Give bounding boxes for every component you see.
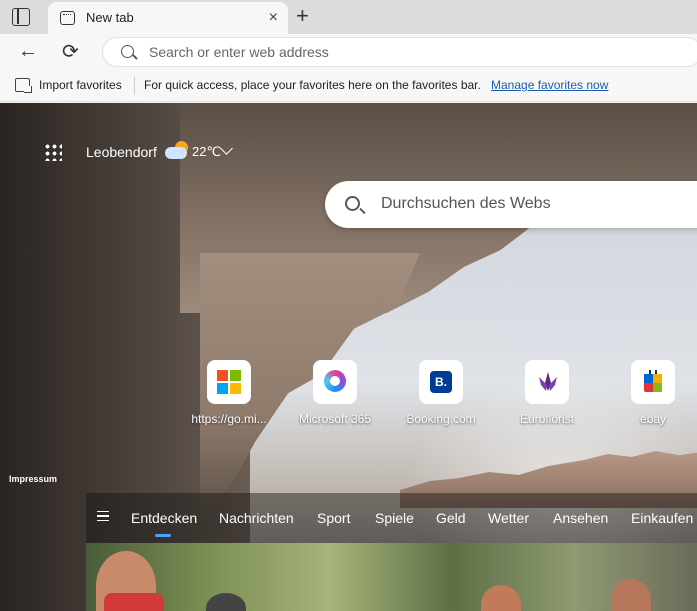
quick-link-label: https://go.mi... — [191, 412, 267, 426]
toolbar: ← ⟳ — [0, 34, 697, 70]
tab-entdecken[interactable]: Entdecken — [131, 510, 197, 537]
quick-link-microsoft365[interactable]: Microsoft 365 — [287, 360, 383, 426]
ebay-logo-icon — [644, 370, 662, 392]
tab-sport[interactable]: Sport — [317, 510, 350, 526]
new-tab-button[interactable]: + — [296, 4, 309, 28]
address-input[interactable] — [149, 44, 629, 60]
quick-link-label: ebay — [639, 412, 667, 426]
quick-link-label: Euroflorist — [519, 412, 575, 426]
new-tab-favicon-icon — [60, 11, 75, 25]
tab-ansehen[interactable]: Ansehen — [553, 510, 608, 526]
tab-geld[interactable]: Geld — [436, 510, 466, 526]
search-icon — [345, 196, 360, 211]
weather-location[interactable]: Leobendorf — [86, 144, 157, 160]
favorites-hint: For quick access, place your favorites h… — [144, 78, 481, 92]
tab-close-icon[interactable]: × — [269, 9, 278, 27]
tab-title: New tab — [86, 10, 134, 25]
partly-cloudy-icon[interactable] — [165, 141, 189, 161]
quick-link-label: Microsoft 365 — [298, 412, 372, 426]
quick-link-label: Booking.com — [406, 412, 476, 426]
quick-link-ebay[interactable]: ebay — [605, 360, 697, 426]
tab-wetter[interactable]: Wetter — [488, 510, 529, 526]
new-tab-page: Leobendorf 22℃ https://go.mi... Microsof… — [0, 103, 697, 611]
photo-person — [481, 585, 521, 611]
feed-navigation: Entdecken Nachrichten Sport Spiele Geld … — [86, 493, 697, 543]
quick-link-tile[interactable] — [631, 360, 675, 404]
tab-strip: New tab × + — [0, 0, 697, 34]
quick-link-microsoft[interactable]: https://go.mi... — [181, 360, 277, 426]
weather-temperature[interactable]: 22℃ — [192, 144, 221, 160]
microsoft-logo-icon — [217, 370, 241, 394]
impressum-link[interactable]: Impressum — [9, 474, 57, 484]
refresh-button[interactable]: ⟳ — [62, 39, 79, 64]
euroflorist-logo-icon — [539, 372, 557, 391]
photo-person — [611, 579, 651, 611]
favorites-bar: Import favorites For quick access, place… — [0, 70, 697, 102]
quick-link-euroflorist[interactable]: Euroflorist — [499, 360, 595, 426]
menu-icon[interactable] — [97, 511, 109, 521]
manage-favorites-link[interactable]: Manage favorites now — [491, 78, 608, 92]
quick-link-tile[interactable] — [525, 360, 569, 404]
photo-shirt — [104, 593, 164, 611]
back-button[interactable]: ← — [18, 40, 38, 63]
tab-einkaufen[interactable]: Einkaufen — [631, 510, 693, 526]
import-favorites-button[interactable]: Import favorites — [39, 78, 122, 92]
booking-logo-icon: B. — [430, 371, 452, 393]
feed-card-image[interactable] — [86, 543, 697, 611]
favorites-divider — [134, 77, 135, 95]
microsoft365-logo-icon — [324, 370, 346, 392]
search-icon — [121, 45, 134, 58]
quick-link-tile[interactable] — [313, 360, 357, 404]
apps-launcher-icon[interactable] — [44, 143, 62, 161]
web-search-box[interactable] — [325, 181, 697, 228]
tab-nachrichten[interactable]: Nachrichten — [219, 510, 294, 526]
quick-link-booking[interactable]: B. Booking.com — [393, 360, 489, 426]
tab-spiele[interactable]: Spiele — [375, 510, 414, 526]
tab-new-tab[interactable]: New tab × — [48, 2, 288, 34]
tab-actions-icon[interactable] — [12, 8, 30, 26]
import-favorites-icon[interactable] — [15, 78, 32, 93]
quick-link-tile[interactable]: B. — [419, 360, 463, 404]
address-bar[interactable] — [102, 37, 697, 67]
photo-person — [206, 593, 246, 611]
quick-link-tile[interactable] — [207, 360, 251, 404]
web-search-input[interactable] — [381, 195, 681, 213]
